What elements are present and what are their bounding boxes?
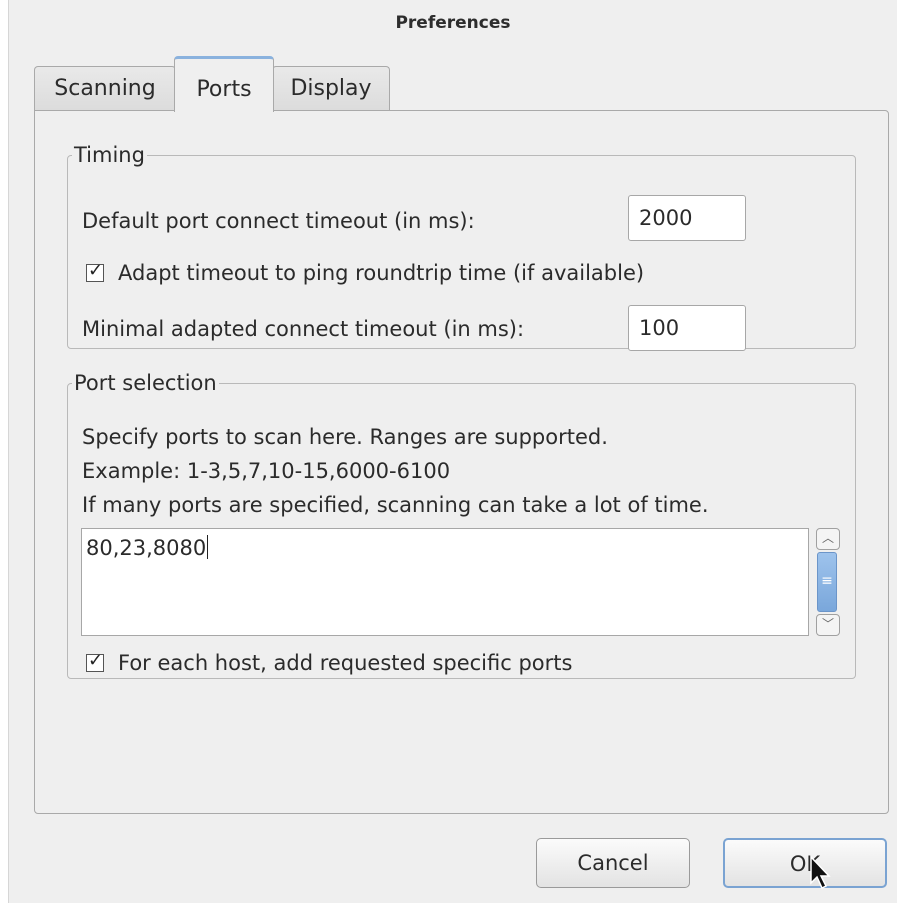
- timing-legend: Timing: [74, 143, 145, 167]
- default-timeout-label: Default port connect timeout (in ms):: [82, 209, 475, 233]
- adapt-timeout-label: Adapt timeout to ping roundtrip time (if…: [118, 261, 645, 285]
- port-selection-legend: Port selection: [74, 371, 217, 395]
- mouse-pointer-icon: [810, 855, 831, 890]
- ports-scrollbar[interactable]: ︿ ≡ ﹀: [816, 528, 840, 636]
- checkmark-icon[interactable]: [86, 260, 104, 282]
- scrollbar-thumb[interactable]: ≡: [817, 552, 837, 612]
- ports-help-line2: Example: 1-3,5,7,10-15,6000-6100: [82, 459, 451, 483]
- dialog-title: Preferences: [395, 13, 511, 33]
- minimal-timeout-input[interactable]: 100: [628, 305, 746, 351]
- text-caret: [207, 535, 209, 559]
- port-selection-group: Port selection Specify ports to scan her…: [67, 371, 856, 679]
- ok-button[interactable]: OK: [723, 838, 887, 888]
- ports-help-line3: If many ports are specified, scanning ca…: [82, 493, 709, 517]
- tab-ports[interactable]: Ports: [174, 56, 274, 112]
- tab-display[interactable]: Display: [272, 66, 390, 110]
- preferences-dialog: Preferences Scanning Ports Display Timin…: [8, 0, 897, 903]
- timing-group: Timing Default port connect timeout (in …: [67, 143, 856, 351]
- ports-tab-panel: Timing Default port connect timeout (in …: [34, 110, 889, 814]
- cancel-button[interactable]: Cancel: [536, 838, 690, 888]
- adapt-timeout-checkbox[interactable]: Adapt timeout to ping roundtrip time (if…: [86, 260, 645, 285]
- ports-textarea[interactable]: 80,23,8080: [81, 528, 809, 636]
- ports-value: 80,23,8080: [86, 536, 207, 560]
- chevron-up-icon[interactable]: ︿: [816, 528, 840, 550]
- checkmark-icon[interactable]: [86, 650, 104, 672]
- ports-help-line1: Specify ports to scan here. Ranges are s…: [82, 425, 608, 449]
- add-requested-ports-checkbox[interactable]: For each host, add requested specific po…: [86, 650, 573, 675]
- add-requested-ports-label: For each host, add requested specific po…: [118, 651, 573, 675]
- default-timeout-input[interactable]: 2000: [628, 195, 746, 241]
- minimal-timeout-label: Minimal adapted connect timeout (in ms):: [82, 317, 525, 341]
- tab-scanning[interactable]: Scanning: [34, 66, 176, 110]
- chevron-down-icon[interactable]: ﹀: [816, 614, 840, 636]
